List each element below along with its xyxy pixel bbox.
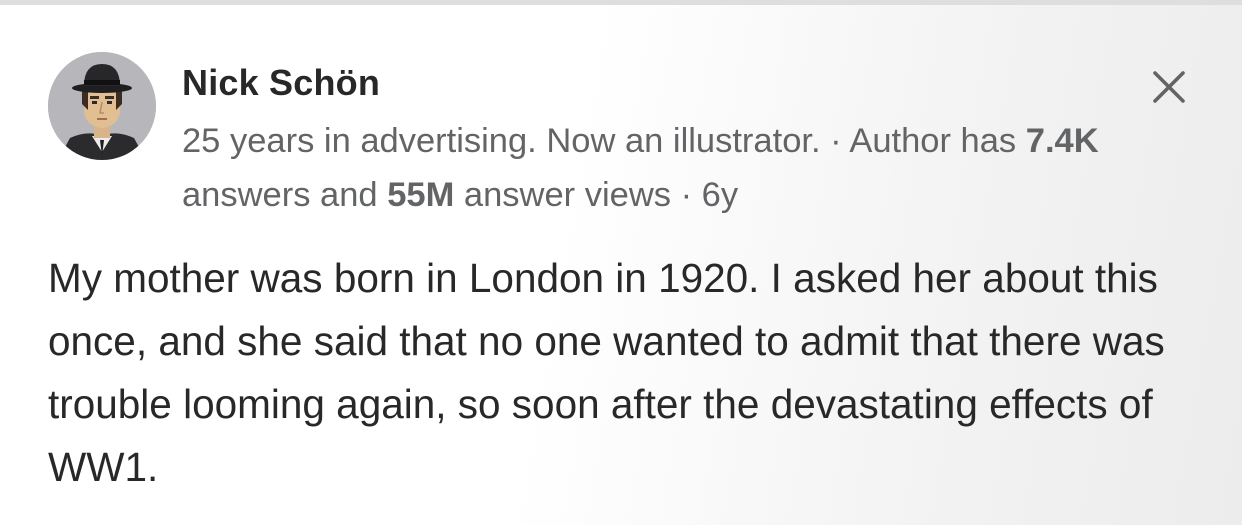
age-separator: · xyxy=(670,176,702,214)
author-credential-line: 25 years in advertising. Now an illustra… xyxy=(182,114,1192,222)
close-icon xyxy=(1153,71,1185,103)
author-stats-prefix: Author has xyxy=(849,122,1026,160)
author-avatar[interactable] xyxy=(48,52,156,160)
answer-text: My mother was born in London in 1920. I … xyxy=(48,255,1165,490)
views-label: answer views xyxy=(454,176,671,214)
author-credential[interactable]: 25 years in advertising. Now an illustra… xyxy=(182,122,821,160)
close-button[interactable] xyxy=(1140,58,1198,116)
answers-label: answers and xyxy=(182,176,388,214)
credential-separator: · xyxy=(820,122,850,160)
answer-card: Nick Schön 25 years in advertising. Now … xyxy=(0,0,1242,525)
views-count: 55M xyxy=(387,176,455,214)
answers-count: 7.4K xyxy=(1025,122,1099,160)
answer-age[interactable]: 6y xyxy=(702,176,738,214)
author-name[interactable]: Nick Schön xyxy=(182,62,380,104)
avatar-illustration xyxy=(48,52,156,160)
